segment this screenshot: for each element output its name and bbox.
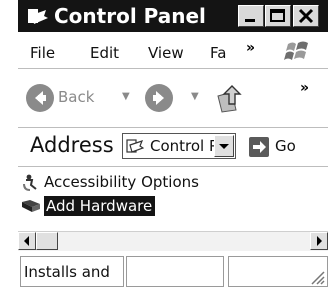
- control-panel-small-icon: [126, 139, 144, 153]
- back-arrow-icon[interactable]: [26, 84, 54, 112]
- address-value[interactable]: Control Panel: [150, 136, 214, 156]
- minimize-button[interactable]: [238, 5, 264, 27]
- go-button-label[interactable]: Go: [275, 137, 296, 155]
- menu-overflow-chevron[interactable]: »: [246, 40, 255, 56]
- horizontal-scrollbar[interactable]: [18, 231, 328, 251]
- go-arrow-icon[interactable]: [248, 136, 270, 158]
- back-button-label[interactable]: Back: [58, 88, 94, 106]
- chevron-down-icon: [219, 144, 229, 149]
- menu-view[interactable]: View: [148, 44, 184, 62]
- status-pane-secondary: [126, 256, 224, 287]
- back-dropdown-arrow[interactable]: ▼: [122, 91, 130, 102]
- maximize-button[interactable]: [265, 5, 291, 27]
- list-item-label[interactable]: Accessibility Options: [44, 172, 199, 192]
- forward-dropdown-arrow[interactable]: ▼: [191, 91, 199, 102]
- close-icon: [298, 8, 314, 24]
- menu-favorites[interactable]: Fa: [210, 44, 226, 62]
- chevron-right-icon: [317, 236, 322, 246]
- address-dropdown-button[interactable]: [214, 135, 234, 157]
- list-item-label-selected[interactable]: Add Hardware: [44, 196, 156, 216]
- chevron-left-icon: [24, 236, 29, 246]
- address-label: Address: [30, 133, 114, 157]
- add-hardware-icon: [22, 200, 40, 212]
- scroll-right-button[interactable]: [310, 232, 328, 250]
- close-button[interactable]: [293, 5, 319, 27]
- window-title: Control Panel: [54, 4, 206, 28]
- windows-flag-icon: [284, 41, 308, 60]
- maximize-icon: [270, 9, 285, 22]
- menu-edit[interactable]: Edit: [90, 44, 119, 62]
- accessibility-icon: [23, 174, 37, 191]
- toolbar-overflow-chevron[interactable]: »: [300, 80, 309, 96]
- forward-arrow-icon[interactable]: [145, 84, 173, 112]
- scroll-left-button[interactable]: [18, 232, 36, 250]
- control-panel-icon: [28, 9, 48, 24]
- menu-file[interactable]: File: [30, 44, 55, 62]
- status-text: Installs and: [24, 263, 110, 281]
- scrollbar-thumb[interactable]: [36, 232, 58, 250]
- up-folder-icon[interactable]: [214, 82, 246, 114]
- resize-grip-icon[interactable]: [306, 266, 326, 286]
- minimize-icon: [245, 19, 255, 22]
